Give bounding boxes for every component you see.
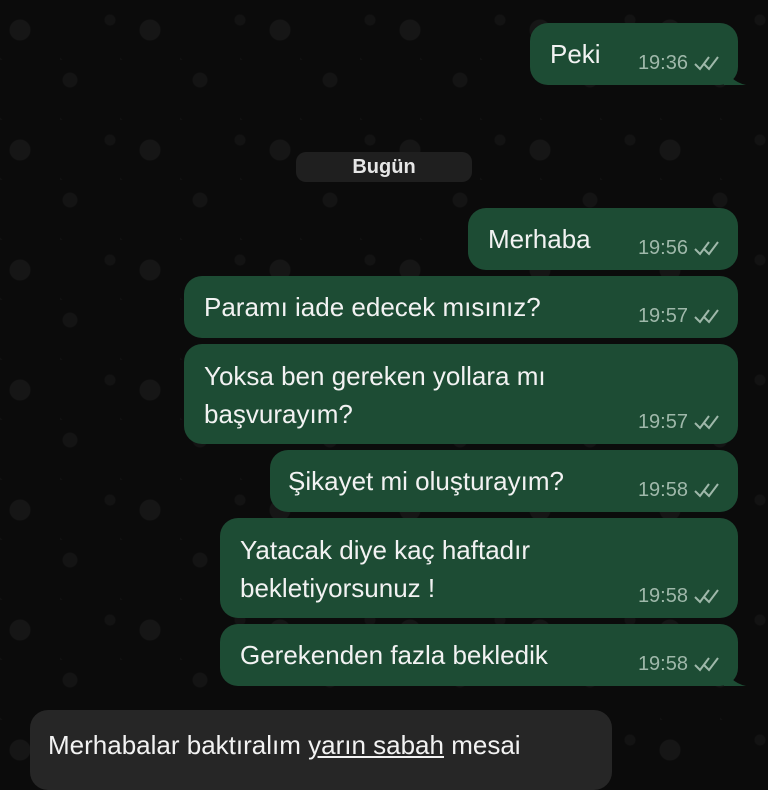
message-meta: 19:36 xyxy=(638,53,720,73)
outgoing-message[interactable]: Şikayet mi oluşturayım? 19:58 xyxy=(270,450,738,512)
outgoing-message[interactable]: Yoksa ben gereken yollara mı başvurayım?… xyxy=(184,344,738,444)
message-meta: 19:58 xyxy=(638,654,720,674)
bubble-tail xyxy=(724,63,746,85)
message-time: 19:36 xyxy=(637,52,688,74)
double-check-icon xyxy=(694,309,719,324)
incoming-message[interactable]: Merhabalar baktıralım yarın sabah mesai xyxy=(30,710,612,790)
bubble-tail xyxy=(724,664,746,686)
message-time: 19:58 xyxy=(637,653,688,675)
double-check-icon xyxy=(694,589,719,604)
message-time: 19:58 xyxy=(637,585,688,607)
message-time: 19:58 xyxy=(637,479,688,501)
double-check-icon xyxy=(694,241,719,256)
double-check-icon xyxy=(694,657,719,672)
date-divider-label: Bugün xyxy=(352,155,416,178)
message-text-line: Yatacak diye kaç haftadır xyxy=(240,535,531,565)
outgoing-message[interactable]: Yatacak diye kaç haftadır bekletiyorsunu… xyxy=(220,518,738,618)
outgoing-message[interactable]: Peki 19:36 xyxy=(530,23,746,85)
message-meta: 19:58 xyxy=(638,586,720,606)
message-time: 19:56 xyxy=(637,237,688,259)
outgoing-message[interactable]: Paramı iade edecek mısınız? 19:57 xyxy=(184,276,738,338)
message-text-line: Yoksa ben gereken yollara mı xyxy=(204,361,546,391)
message-meta: 19:56 xyxy=(638,238,720,258)
message-time: 19:57 xyxy=(637,411,688,433)
message-text-segment: mesai xyxy=(443,730,521,760)
message-text-segment: Merhabalar baktıralım xyxy=(48,730,309,760)
double-check-icon xyxy=(694,483,719,498)
message-meta: 19:58 xyxy=(638,480,720,500)
date-link[interactable]: yarın sabah xyxy=(308,730,444,760)
message-time: 19:57 xyxy=(637,305,688,327)
message-text: Merhabalar baktıralım yarın sabah mesai xyxy=(48,726,612,764)
double-check-icon xyxy=(694,56,719,71)
outgoing-message[interactable]: Merhaba 19:56 xyxy=(468,208,738,270)
outgoing-message[interactable]: Gerekenden fazla bekledik 19:58 xyxy=(220,624,746,686)
message-meta: 19:57 xyxy=(638,306,720,326)
chat-thread[interactable]: Peki 19:36 Bugün Merhaba 19:56 Paramı ia… xyxy=(0,0,768,790)
double-check-icon xyxy=(694,415,719,430)
message-meta: 19:57 xyxy=(638,412,720,432)
date-divider: Bugün xyxy=(296,152,472,182)
